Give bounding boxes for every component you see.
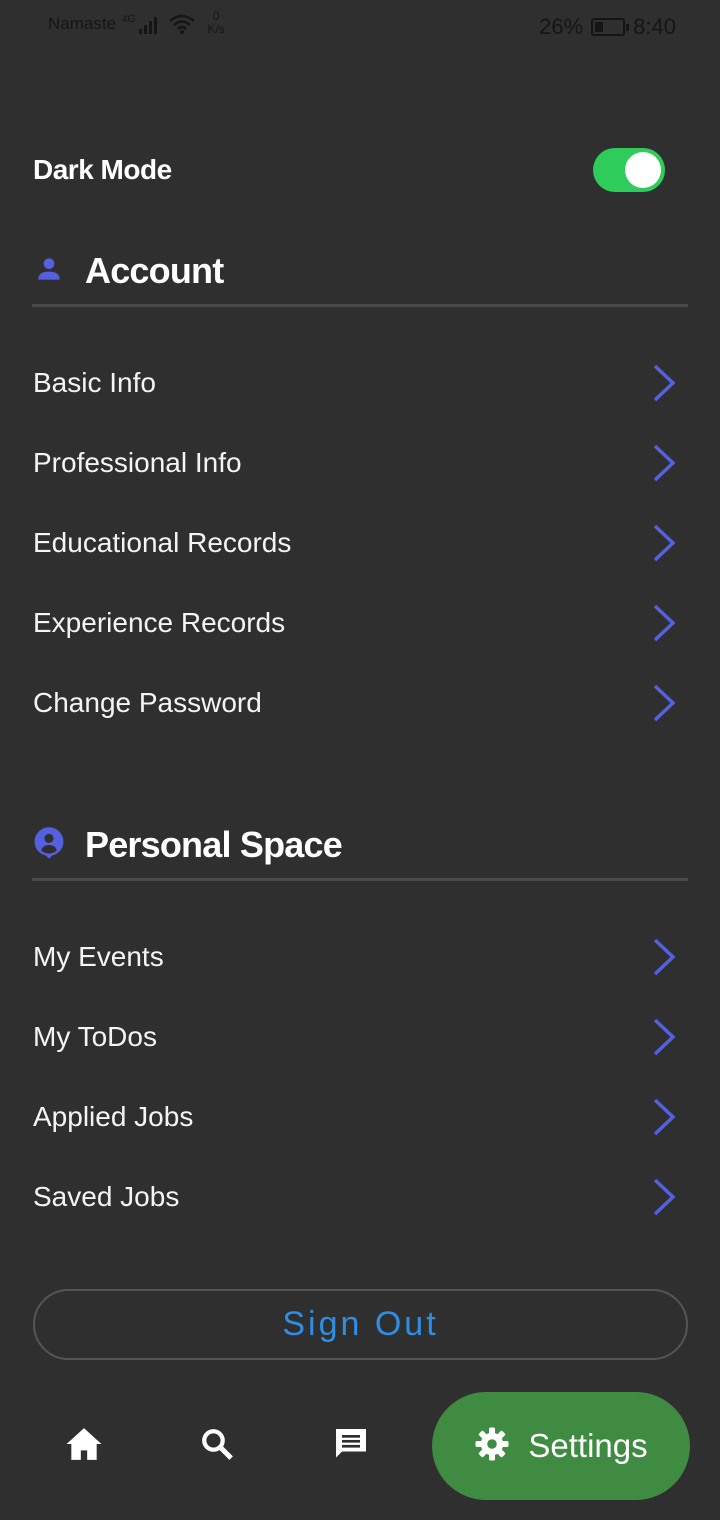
chevron-right-icon xyxy=(650,363,678,403)
menu-item-basic-info[interactable]: Basic Info xyxy=(33,353,678,413)
menu-item-change-password[interactable]: Change Password xyxy=(33,673,678,733)
account-title: Account xyxy=(85,250,224,291)
clock: 8:40 xyxy=(633,14,676,39)
bottom-nav: Settings xyxy=(0,1392,720,1500)
chevron-right-icon xyxy=(650,1097,678,1137)
menu-item-label: Saved Jobs xyxy=(33,1181,180,1212)
status-bar: Namaste 4G 0 K/s 26% 8:40 xyxy=(0,0,720,56)
menu-item-my-events[interactable]: My Events xyxy=(33,927,678,987)
toggle-knob xyxy=(625,152,661,188)
signal-icon xyxy=(139,16,158,34)
status-right: 26% 8:40 xyxy=(539,14,676,40)
speed-unit: K/s xyxy=(207,22,225,36)
account-section-header: Account xyxy=(33,241,688,301)
menu-item-educational-records[interactable]: Educational Records xyxy=(33,513,678,573)
search-icon xyxy=(200,1427,234,1466)
nav-home-button[interactable] xyxy=(56,1418,112,1474)
menu-item-experience-records[interactable]: Experience Records xyxy=(33,593,678,653)
menu-item-label: Educational Records xyxy=(33,527,292,558)
wifi-icon xyxy=(169,14,196,39)
chevron-right-icon xyxy=(650,1017,678,1057)
menu-item-label: Change Password xyxy=(33,687,262,718)
settings-label: Settings xyxy=(528,1427,648,1464)
carrier-name: Namaste xyxy=(48,14,117,33)
menu-item-my-todos[interactable]: My ToDos xyxy=(33,1007,678,1067)
nav-settings-button[interactable]: Settings xyxy=(432,1392,690,1500)
account-divider xyxy=(32,304,688,307)
chevron-right-icon xyxy=(650,937,678,977)
menu-item-label: My ToDos xyxy=(33,1021,157,1052)
chevron-right-icon xyxy=(650,1177,678,1217)
battery-icon xyxy=(591,18,630,36)
network-type: 4G xyxy=(122,14,136,25)
menu-item-label: Applied Jobs xyxy=(33,1101,194,1132)
battery-percent: 26% xyxy=(539,14,584,39)
home-icon xyxy=(65,1426,103,1467)
person-icon xyxy=(33,253,65,290)
account-pin-icon xyxy=(33,826,65,865)
nav-chat-button[interactable] xyxy=(323,1418,379,1474)
dark-mode-row: Dark Mode xyxy=(33,145,665,195)
personal-space-section-header: Personal Space xyxy=(33,815,688,875)
menu-item-label: My Events xyxy=(33,941,164,972)
status-left: Namaste 4G 0 K/s xyxy=(48,10,225,39)
personal-space-divider xyxy=(32,878,688,881)
chevron-right-icon xyxy=(650,603,678,643)
chevron-right-icon xyxy=(650,443,678,483)
menu-item-label: Basic Info xyxy=(33,367,156,398)
gear-icon xyxy=(474,1426,510,1467)
chevron-right-icon xyxy=(650,523,678,563)
sign-out-button[interactable]: Sign Out xyxy=(33,1289,688,1360)
menu-item-saved-jobs[interactable]: Saved Jobs xyxy=(33,1167,678,1227)
menu-item-label: Professional Info xyxy=(33,447,242,478)
chat-icon xyxy=(332,1426,370,1467)
menu-item-professional-info[interactable]: Professional Info xyxy=(33,433,678,493)
dark-mode-label: Dark Mode xyxy=(33,154,172,185)
nav-search-button[interactable] xyxy=(189,1418,245,1474)
personal-space-title: Personal Space xyxy=(85,824,343,865)
menu-item-applied-jobs[interactable]: Applied Jobs xyxy=(33,1087,678,1147)
dark-mode-toggle[interactable] xyxy=(593,148,665,192)
chevron-right-icon xyxy=(650,683,678,723)
network-speed: 0 K/s xyxy=(207,10,224,36)
menu-item-label: Experience Records xyxy=(33,607,286,638)
